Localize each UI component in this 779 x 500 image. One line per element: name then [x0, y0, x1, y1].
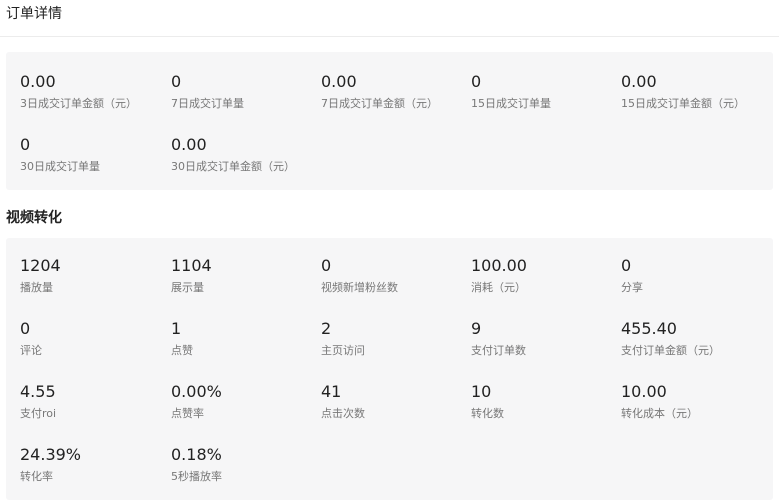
metric-value: 41	[321, 382, 342, 401]
metric-label: 转化数	[471, 407, 504, 420]
metric-value: 0	[171, 72, 182, 91]
metric-label: 点赞	[171, 344, 193, 357]
metric-label: 点击次数	[321, 407, 365, 420]
metric-label: 消耗（元）	[471, 281, 526, 294]
metric-value: 0	[321, 256, 332, 275]
metric-paid-orders: 9 支付订单数	[471, 319, 621, 359]
metric-7day-order-count: 0 7日成交订单量	[171, 72, 321, 112]
metric-value: 24.39%	[20, 445, 82, 464]
metric-value: 0.00	[621, 72, 657, 91]
metric-profile-visits: 2 主页访问	[321, 319, 471, 359]
order-metrics-panel: 0.00 3日成交订单金额（元） 0 7日成交订单量 0.00 7日成交订单金额…	[6, 52, 773, 190]
metric-label: 视频新增粉丝数	[321, 281, 398, 294]
metric-impressions: 1104 展示量	[171, 256, 321, 296]
metric-value: 0	[621, 256, 632, 275]
metric-label: 转化率	[20, 470, 53, 483]
metric-paid-roi: 4.55 支付roi	[20, 382, 170, 422]
metric-label: 30日成交订单金额（元）	[171, 160, 295, 173]
metric-likes: 1 点赞	[171, 319, 321, 359]
metric-label: 支付订单数	[471, 344, 526, 357]
metric-label: 7日成交订单金额（元）	[321, 97, 438, 110]
metric-30day-order-count: 0 30日成交订单量	[20, 135, 170, 175]
metric-value: 0.00%	[171, 382, 222, 401]
metric-value: 9	[471, 319, 482, 338]
metric-label: 30日成交订单量	[20, 160, 100, 173]
metric-label: 3日成交订单金额（元）	[20, 97, 137, 110]
metric-like-rate: 0.00% 点赞率	[171, 382, 321, 422]
metric-label: 转化成本（元）	[621, 407, 698, 420]
metric-label: 支付订单金额（元）	[621, 344, 720, 357]
metric-3day-order-amount: 0.00 3日成交订单金额（元）	[20, 72, 170, 112]
metric-label: 5秒播放率	[171, 470, 222, 483]
metric-label: 15日成交订单量	[471, 97, 551, 110]
metric-value: 2	[321, 319, 332, 338]
metric-value: 1	[171, 319, 182, 338]
metric-label: 支付roi	[20, 407, 57, 420]
video-metrics-panel: 1204 播放量 1104 展示量 0 视频新增粉丝数 100.00 消耗（元）…	[6, 238, 773, 500]
metric-conversions: 10 转化数	[471, 382, 621, 422]
metric-value: 10	[471, 382, 492, 401]
metric-value: 4.55	[20, 382, 56, 401]
metric-value: 100.00	[471, 256, 527, 275]
metric-15day-order-count: 0 15日成交订单量	[471, 72, 621, 112]
metric-value: 1204	[20, 256, 61, 275]
metric-label: 15日成交订单金额（元）	[621, 97, 745, 110]
order-details-title: 订单详情	[6, 6, 62, 22]
metric-value: 0.00	[321, 72, 357, 91]
metric-paid-order-amount: 455.40 支付订单金额（元）	[621, 319, 771, 359]
metric-label: 点赞率	[171, 407, 204, 420]
metric-5s-play-rate: 0.18% 5秒播放率	[171, 445, 321, 485]
metric-value: 0.00	[171, 135, 207, 154]
metric-value: 0.00	[20, 72, 56, 91]
metric-label: 展示量	[171, 281, 204, 294]
metric-label: 主页访问	[321, 344, 365, 357]
page: 订单详情 0.00 3日成交订单金额（元） 0 7日成交订单量 0.00 7日成…	[0, 0, 779, 500]
metric-plays: 1204 播放量	[20, 256, 170, 296]
metric-comments: 0 评论	[20, 319, 170, 359]
metric-value: 0	[20, 319, 31, 338]
video-conversion-title: 视频转化	[6, 210, 62, 226]
metric-conversion-cost: 10.00 转化成本（元）	[621, 382, 771, 422]
metric-value: 0.18%	[171, 445, 222, 464]
header-divider	[0, 36, 779, 37]
metric-label: 播放量	[20, 281, 53, 294]
metric-30day-order-amount: 0.00 30日成交订单金额（元）	[171, 135, 321, 175]
metric-conversion-rate: 24.39% 转化率	[20, 445, 170, 485]
metric-label: 评论	[20, 344, 42, 357]
metric-value: 0	[20, 135, 31, 154]
metric-clicks: 41 点击次数	[321, 382, 471, 422]
metric-value: 10.00	[621, 382, 667, 401]
metric-new-followers: 0 视频新增粉丝数	[321, 256, 471, 296]
metric-label: 7日成交订单量	[171, 97, 244, 110]
metric-15day-order-amount: 0.00 15日成交订单金额（元）	[621, 72, 771, 112]
metric-spend: 100.00 消耗（元）	[471, 256, 621, 296]
metric-value: 0	[471, 72, 482, 91]
metric-value: 1104	[171, 256, 212, 275]
metric-shares: 0 分享	[621, 256, 771, 296]
metric-label: 分享	[621, 281, 643, 294]
metric-value: 455.40	[621, 319, 677, 338]
metric-7day-order-amount: 0.00 7日成交订单金额（元）	[321, 72, 471, 112]
